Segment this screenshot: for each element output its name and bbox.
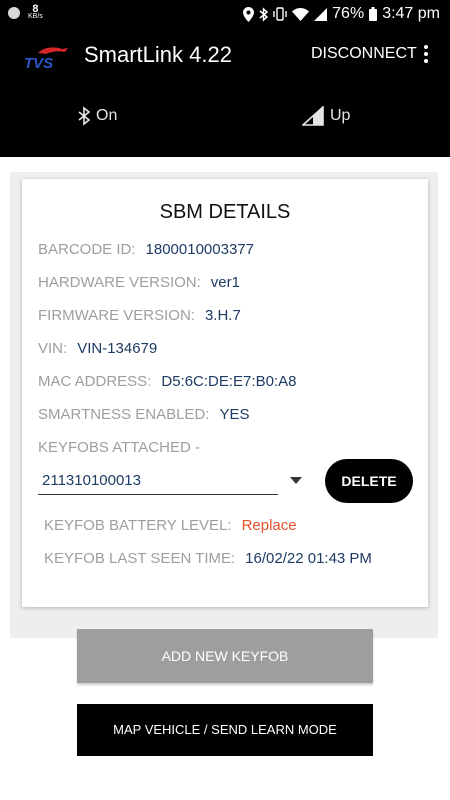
- battery-icon: [369, 7, 378, 21]
- disconnect-button[interactable]: DISCONNECT: [311, 45, 417, 63]
- signal-status-label: Up: [330, 107, 351, 124]
- keyfobs-row: KEYFOBS ATTACHED -: [38, 439, 210, 456]
- bluetooth-icon: [259, 6, 269, 22]
- keyfobs-label: KEYFOBS ATTACHED -: [38, 439, 200, 456]
- hardware-label: HARDWARE VERSION:: [38, 274, 201, 291]
- smartness-value: YES: [219, 406, 250, 423]
- keyfob-last-seen-label: KEYFOB LAST SEEN TIME:: [44, 550, 236, 567]
- more-vert-icon[interactable]: [420, 43, 432, 67]
- vin-value: VIN-134679: [77, 340, 158, 357]
- connection-status-row: On Up: [0, 106, 450, 136]
- network-speed-value: 8: [32, 3, 39, 15]
- vin-label: VIN:: [38, 340, 68, 357]
- location-icon: [243, 6, 255, 22]
- bluetooth-status: On: [78, 106, 117, 126]
- vibrate-icon: [273, 7, 287, 21]
- smartness-row: SMARTNESS ENABLED: YES: [38, 406, 249, 423]
- hardware-row: HARDWARE VERSION: ver1: [38, 274, 240, 291]
- hardware-value: ver1: [210, 274, 240, 291]
- map-vehicle-button[interactable]: MAP VEHICLE / SEND LEARN MODE: [77, 704, 373, 756]
- signal-status: Up: [302, 106, 350, 126]
- sbm-details-card: SBM DETAILS BARCODE ID: 1800010003377 HAR…: [22, 179, 428, 607]
- network-speed: 8 KB/s: [28, 3, 43, 21]
- smartness-label: SMARTNESS ENABLED:: [38, 406, 210, 423]
- keyfob-last-seen-value: 16/02/22 01:43 PM: [245, 550, 372, 567]
- app-header: 8 KB/s 76% 3:47 pm TVS SmartLink 4.22 DI…: [0, 0, 450, 157]
- keyfob-battery-row: KEYFOB BATTERY LEVEL: Replace: [44, 517, 297, 534]
- mac-value: D5:6C:DE:E7:B0:A8: [161, 373, 297, 390]
- signal-outline-icon: [302, 106, 324, 126]
- svg-text:TVS: TVS: [24, 55, 53, 70]
- add-new-keyfob-button[interactable]: ADD NEW KEYFOB: [77, 629, 373, 683]
- wifi-icon: [292, 7, 310, 21]
- mac-label: MAC ADDRESS:: [38, 373, 152, 390]
- keyfob-select-value: 211310100013: [42, 472, 141, 489]
- bluetooth-icon: [78, 106, 90, 126]
- status-bar: 8 KB/s 76% 3:47 pm: [0, 0, 450, 28]
- card-title: SBM DETAILS: [159, 201, 291, 223]
- barcode-row: BARCODE ID: 1800010003377: [38, 241, 254, 258]
- keyfob-select[interactable]: 211310100013: [38, 467, 278, 495]
- keyfob-battery-value: Replace: [241, 517, 297, 534]
- firmware-row: FIRMWARE VERSION: 3.H.7: [38, 307, 241, 324]
- network-speed-unit: KB/s: [28, 13, 43, 20]
- notification-dot-icon: [8, 7, 20, 19]
- barcode-value: 1800010003377: [145, 241, 254, 258]
- clock: 3:47 pm: [382, 5, 440, 22]
- bluetooth-status-label: On: [96, 107, 118, 124]
- barcode-label: BARCODE ID:: [38, 241, 136, 258]
- chevron-down-icon[interactable]: [290, 477, 302, 484]
- signal-icon: [314, 7, 328, 21]
- firmware-value: 3.H.7: [204, 307, 241, 324]
- app-bar: TVS SmartLink 4.22 DISCONNECT: [0, 36, 450, 76]
- delete-keyfob-button[interactable]: DELETE: [325, 459, 413, 503]
- keyfob-battery-label: KEYFOB BATTERY LEVEL:: [44, 517, 232, 534]
- vin-row: VIN: VIN-134679: [38, 340, 157, 357]
- firmware-label: FIRMWARE VERSION:: [38, 307, 195, 324]
- mac-row: MAC ADDRESS: D5:6C:DE:E7:B0:A8: [38, 373, 296, 390]
- app-title: SmartLink 4.22: [84, 42, 232, 67]
- battery-percent: 76%: [332, 5, 365, 22]
- keyfob-last-seen-row: KEYFOB LAST SEEN TIME: 16/02/22 01:43 PM: [44, 550, 372, 567]
- tvs-logo: TVS: [24, 47, 68, 70]
